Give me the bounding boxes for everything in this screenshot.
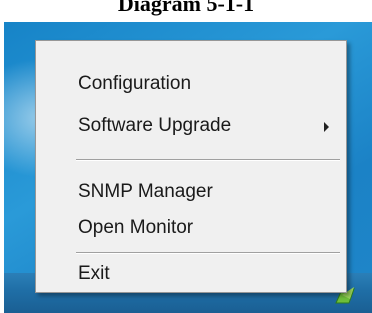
diagram-caption-text: Diagram 5-1-1 xyxy=(117,0,255,16)
menu-separator xyxy=(76,159,340,161)
menu-item-label: Software Upgrade xyxy=(78,115,232,136)
context-menu: Configuration Software Upgrade SNMP Mana… xyxy=(35,40,347,293)
menu-item-open-monitor[interactable]: Open Monitor xyxy=(36,213,346,243)
menu-item-label: Exit xyxy=(78,263,110,284)
menu-item-label: Open Monitor xyxy=(78,217,194,238)
menu-item-software-upgrade[interactable]: Software Upgrade xyxy=(36,111,346,141)
menu-item-label: SNMP Manager xyxy=(78,181,213,202)
menu-item-label: Configuration xyxy=(78,73,192,94)
menu-item-snmp-manager[interactable]: SNMP Manager xyxy=(36,177,346,207)
menu-item-configuration[interactable]: Configuration xyxy=(36,69,346,99)
chevron-right-icon xyxy=(324,122,329,132)
diagram-caption: Diagram 5-1-1 xyxy=(0,0,372,22)
menu-item-exit[interactable]: Exit xyxy=(36,259,346,289)
menu-separator xyxy=(76,252,340,254)
desktop-screenshot: Configuration Software Upgrade SNMP Mana… xyxy=(4,18,372,313)
